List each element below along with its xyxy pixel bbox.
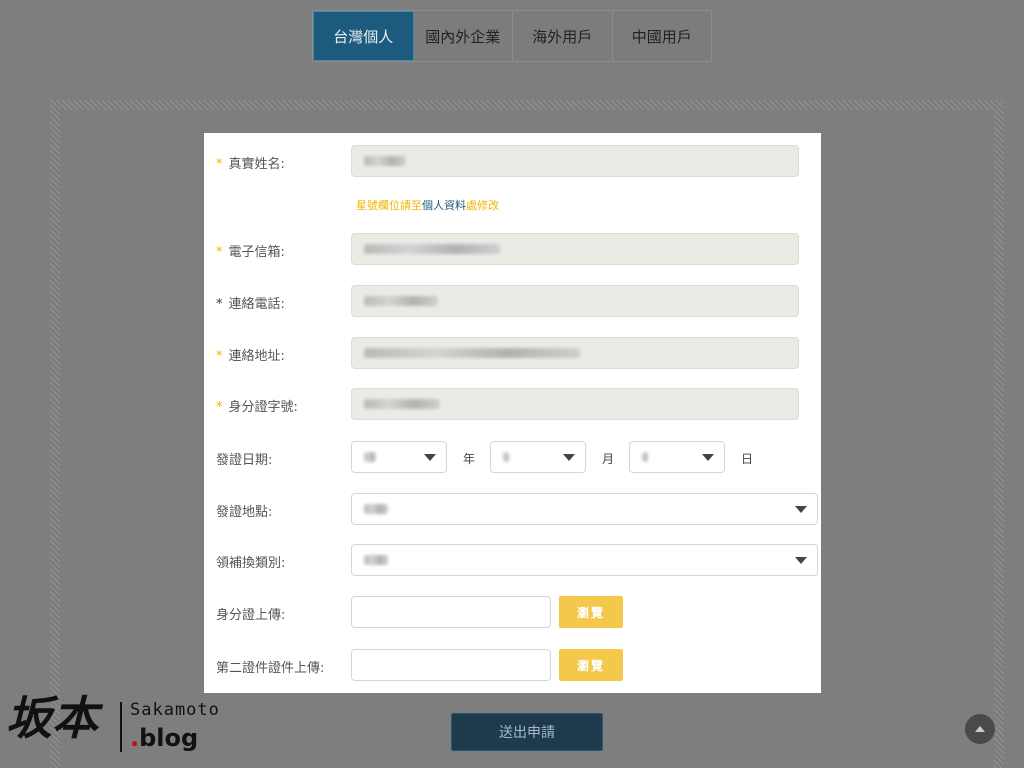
required-star: * [216, 297, 223, 312]
email-row: * 電子信箱: [204, 233, 821, 265]
issue-type-label: 領補換類別: [216, 556, 286, 571]
address-row: * 連絡地址: [204, 337, 821, 369]
issue-place-select[interactable] [351, 493, 818, 525]
required-star: * [216, 349, 223, 364]
email-label: * 電子信箱: [216, 245, 285, 260]
blurred-value [364, 156, 406, 166]
id-upload-input[interactable] [351, 596, 551, 628]
issue-year-select[interactable] [351, 441, 447, 473]
blurred-value [364, 555, 388, 565]
blurred-value [642, 452, 648, 462]
phone-row: * 連絡電話: [204, 285, 821, 317]
submit-application-button[interactable]: 送出申請 [451, 713, 603, 751]
blurred-value [364, 296, 438, 306]
blurred-value [364, 244, 500, 254]
blurred-value [364, 399, 440, 409]
sakamoto-blog-logo: 坂本 Sakamoto .blog [6, 682, 226, 766]
issue-type-select[interactable] [351, 544, 818, 576]
issue-day-select[interactable] [629, 441, 725, 473]
id-number-row: * 身分證字號: [204, 388, 821, 420]
year-unit: 年 [463, 452, 476, 466]
id-upload-label: 身分證上傳: [216, 608, 286, 623]
logo-divider [120, 702, 122, 752]
second-doc-upload-row: 第二證件證件上傳: 瀏覽 [204, 649, 821, 681]
month-unit: 月 [602, 452, 615, 466]
issue-date-row: 發證日期: 年 月 日 [204, 441, 821, 473]
address-label: * 連絡地址: [216, 349, 285, 364]
identity-type-tabs: 台灣個人 國內外企業 海外用戶 中國用戶 [312, 10, 712, 62]
second-doc-label: 第二證件證件上傳: [216, 661, 325, 676]
required-star: * [216, 245, 223, 260]
day-unit: 日 [741, 452, 754, 466]
chevron-down-icon [702, 454, 714, 461]
tab-china-user[interactable]: 中國用戶 [613, 11, 712, 61]
issue-month-select[interactable] [490, 441, 586, 473]
id-browse-button[interactable]: 瀏覽 [559, 596, 623, 628]
id-upload-row: 身分證上傳: 瀏覽 [204, 596, 821, 628]
id-number-label: * 身分證字號: [216, 400, 298, 415]
chevron-down-icon [795, 506, 807, 513]
second-doc-browse-button[interactable]: 瀏覽 [559, 649, 623, 681]
issue-place-row: 發證地點: [204, 493, 821, 525]
email-field [351, 233, 799, 265]
required-star: * [216, 157, 223, 172]
issue-date-label: 發證日期: [216, 453, 273, 468]
blurred-value [503, 452, 509, 462]
logo-name: Sakamoto [130, 700, 220, 720]
chevron-down-icon [795, 557, 807, 564]
name-label: * 真實姓名: [216, 157, 285, 172]
back-to-top-button[interactable] [965, 714, 995, 744]
id-number-field [351, 388, 799, 420]
blurred-value [364, 504, 388, 514]
verification-form: * 真實姓名: 星號欄位請至個人資料處修改 * 電子信箱: * 連絡電話: * 連絡地址… [204, 133, 821, 693]
chevron-down-icon [563, 454, 575, 461]
required-field-hint: 星號欄位請至個人資料處修改 [356, 199, 499, 212]
tab-domestic-foreign-enterprise[interactable]: 國內外企業 [414, 11, 513, 61]
logo-kanji: 坂本 [6, 691, 98, 745]
name-row: * 真實姓名: [204, 145, 821, 177]
required-star: * [216, 400, 223, 415]
second-doc-upload-input[interactable] [351, 649, 551, 681]
phone-field [351, 285, 799, 317]
name-field [351, 145, 799, 177]
issue-place-label: 發證地點: [216, 505, 273, 520]
phone-label: * 連絡電話: [216, 297, 285, 312]
chevron-down-icon [424, 454, 436, 461]
tab-overseas-user[interactable]: 海外用戶 [513, 11, 613, 61]
profile-link[interactable]: 個人資料 [422, 199, 466, 212]
address-field [351, 337, 799, 369]
tab-taiwan-individual[interactable]: 台灣個人 [313, 11, 414, 61]
blurred-value [364, 452, 376, 462]
blurred-value [364, 348, 580, 358]
issue-type-row: 領補換類別: [204, 544, 821, 576]
logo-blog: .blog [130, 724, 199, 752]
